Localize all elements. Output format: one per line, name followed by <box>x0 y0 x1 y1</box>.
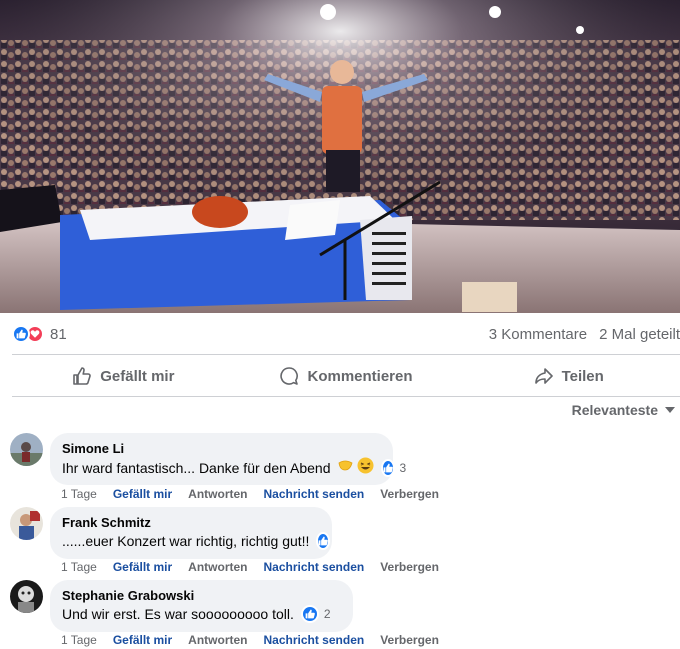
comment-item: Frank Schmitz ......euer Konzert war ric… <box>10 507 670 577</box>
comment-button[interactable]: Kommentieren <box>235 357 458 395</box>
post-photo[interactable] <box>0 0 680 313</box>
divider-top <box>12 354 680 355</box>
comment-text: Ihr ward fantastisch... Danke für den Ab… <box>62 460 331 476</box>
share-button[interactable]: Teilen <box>457 357 680 395</box>
like-button-label: Gefällt mir <box>100 367 175 385</box>
like-icon <box>12 325 30 343</box>
comment-item: Simone Li Ihr ward fantastisch... Danke … <box>10 433 670 503</box>
share-button-label: Teilen <box>561 367 604 385</box>
reaction-count[interactable]: 81 <box>50 326 67 343</box>
reactions-stats-row: 81 3 Kommentare 2 Mal geteilt <box>12 322 680 346</box>
comment-sort-dropdown[interactable]: Relevanteste <box>572 402 676 418</box>
reaction-icons[interactable] <box>12 325 44 343</box>
comment-like-link[interactable]: Gefällt mir <box>113 560 172 574</box>
comment-bubble: Simone Li Ihr ward fantastisch... Danke … <box>50 433 406 485</box>
divider-bottom <box>12 396 680 397</box>
comment-author[interactable]: Stephanie Grabowski <box>62 588 341 604</box>
comment-like-link[interactable]: Gefällt mir <box>113 487 172 501</box>
comment-hide-link[interactable]: Verbergen <box>380 633 439 647</box>
comment-text: ......euer Konzert war richtig, richtig … <box>62 533 310 549</box>
comment-reply-link[interactable]: Antworten <box>188 560 247 574</box>
comment-author[interactable]: Simone Li <box>62 441 381 457</box>
clap-emoji-icon <box>337 457 354 479</box>
avatar[interactable] <box>10 433 43 466</box>
like-button[interactable]: Gefällt mir <box>12 357 235 395</box>
avatar[interactable] <box>10 507 43 540</box>
comment-like-badge-icon[interactable] <box>300 605 319 623</box>
concert-photo-image <box>0 0 680 313</box>
comment-author[interactable]: Frank Schmitz <box>62 515 320 531</box>
comment-reply-link[interactable]: Antworten <box>188 633 247 647</box>
avatar[interactable] <box>10 580 43 613</box>
comment-like-count[interactable]: 3 <box>400 458 407 478</box>
comment-item: Stephanie Grabowski Und wir erst. Es war… <box>10 580 670 648</box>
comment-timestamp[interactable]: 1 Tage <box>61 487 97 501</box>
comment-hide-link[interactable]: Verbergen <box>380 487 439 501</box>
comment-like-badge-icon[interactable] <box>316 532 331 550</box>
comment-like-link[interactable]: Gefällt mir <box>113 633 172 647</box>
comment-timestamp[interactable]: 1 Tage <box>61 633 97 647</box>
comment-text: Und wir erst. Es war sooooooooo toll. <box>62 606 294 622</box>
shares-count-link[interactable]: 2 Mal geteilt <box>599 326 680 343</box>
comment-button-label: Kommentieren <box>307 367 413 385</box>
comment-bubble: Frank Schmitz ......euer Konzert war ric… <box>50 507 332 559</box>
comment-reply-link[interactable]: Antworten <box>188 487 247 501</box>
comment-hide-link[interactable]: Verbergen <box>380 560 439 574</box>
comment-bubble-icon <box>280 367 299 385</box>
comment-message-link[interactable]: Nachricht senden <box>264 560 365 574</box>
comment-message-link[interactable]: Nachricht senden <box>264 487 365 501</box>
comment-like-badge-icon[interactable] <box>380 459 395 477</box>
share-arrow-icon <box>534 368 553 384</box>
comment-bubble: Stephanie Grabowski Und wir erst. Es war… <box>50 580 353 632</box>
sort-label: Relevanteste <box>571 402 658 418</box>
post-action-bar: Gefällt mir Kommentieren Teilen <box>12 357 680 395</box>
caret-down-icon <box>665 407 675 413</box>
comment-like-count[interactable]: 2 <box>324 604 331 624</box>
laughing-emoji-icon <box>357 457 374 479</box>
comment-message-link[interactable]: Nachricht senden <box>264 633 365 647</box>
comments-count-link[interactable]: 3 Kommentare <box>489 326 587 343</box>
thumbs-up-icon <box>73 367 92 385</box>
comment-timestamp[interactable]: 1 Tage <box>61 560 97 574</box>
